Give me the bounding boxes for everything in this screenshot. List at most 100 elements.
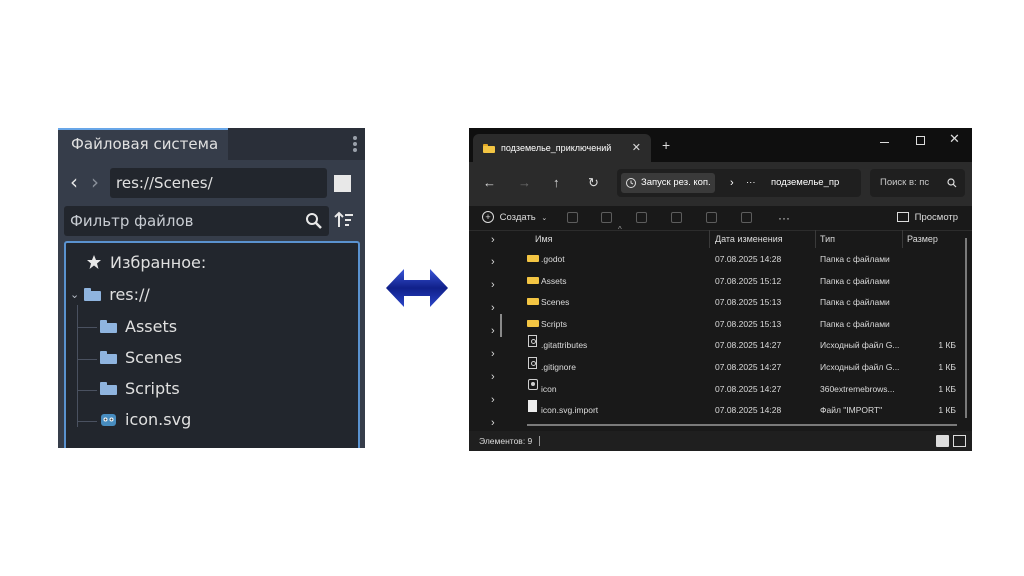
column-header-type[interactable]: Тип	[820, 230, 835, 248]
plus-circle-icon: +	[482, 211, 494, 224]
refresh-icon[interactable]: ↻	[588, 175, 599, 191]
dock-tab-bar: Файловая система	[58, 128, 365, 160]
delete-icon[interactable]	[741, 212, 752, 223]
paste-icon[interactable]	[636, 212, 647, 223]
close-tab-icon[interactable]: ✕	[632, 134, 641, 162]
vertical-scrollbar[interactable]	[965, 238, 967, 418]
forward-arrow-icon[interactable]: →	[518, 175, 531, 191]
address-bar[interactable]: Запуск рез. коп. › ··· подземелье_пр	[617, 169, 861, 197]
explorer-tab[interactable]: подземелье_приключений ✕	[473, 134, 651, 162]
column-divider[interactable]	[815, 230, 816, 248]
new-button[interactable]: + Создать ⌄	[482, 206, 547, 230]
details-view-icon[interactable]	[936, 435, 949, 447]
navigation-pane: › › › › › › › › ›	[469, 230, 517, 430]
up-arrow-icon[interactable]: ↑	[553, 175, 560, 191]
folder-icon	[100, 350, 117, 364]
search-icon[interactable]	[947, 178, 957, 188]
chevron-right-icon[interactable]: ›	[491, 417, 495, 429]
address-chip-label: Запуск рез. коп.	[641, 177, 711, 188]
chevron-right-icon[interactable]: ›	[491, 234, 495, 246]
file-name: icon	[541, 383, 557, 394]
file-name: .godot	[541, 254, 565, 264]
file-size: 1 КБ	[938, 405, 956, 416]
file-type: Исходный файл G...	[820, 340, 900, 351]
back-arrow-icon[interactable]: ←	[483, 175, 496, 191]
file-type: Папка с файлами	[820, 275, 890, 286]
share-icon[interactable]	[706, 212, 717, 223]
file-size: 1 КБ	[938, 383, 956, 394]
new-tab-button[interactable]: +	[662, 138, 670, 152]
preview-label: Просмотр	[914, 212, 959, 223]
column-divider[interactable]	[902, 230, 903, 248]
preview-button[interactable]: Просмотр	[897, 206, 958, 230]
file-row-godot[interactable]: .godot 07.08.2025 14:28 Папка с файлами	[517, 249, 962, 271]
chevron-right-icon[interactable]: ›	[491, 279, 495, 291]
file-date: 07.08.2025 15:13	[715, 297, 782, 308]
column-header-name[interactable]: Имя	[535, 230, 553, 248]
close-window-icon[interactable]: ✕	[949, 131, 960, 147]
file-row-assets[interactable]: Assets 07.08.2025 15:12 Папка с файлами	[517, 271, 962, 293]
search-icon[interactable]	[305, 212, 323, 230]
cut-icon[interactable]	[567, 212, 578, 223]
tree-item-label: icon.svg	[125, 409, 192, 429]
file-row-scripts[interactable]: Scripts 07.08.2025 15:13 Папка с файлами	[517, 314, 962, 336]
file-name: Scripts	[541, 318, 567, 329]
tree-item-scripts[interactable]: Scripts	[100, 375, 180, 401]
dock-menu-icon[interactable]	[353, 136, 357, 152]
tiles-view-icon[interactable]	[953, 435, 966, 447]
title-bar: подземелье_приключений ✕ + ✕	[469, 128, 972, 162]
address-chip[interactable]: Запуск рез. коп.	[621, 173, 715, 193]
command-bar: + Создать ⌄ ··· Просмотр	[469, 206, 972, 231]
chevron-down-icon[interactable]: ⌄	[70, 288, 79, 301]
file-row-gitattributes[interactable]: .gitattributes 07.08.2025 14:27 Исходный…	[517, 335, 962, 357]
horizontal-scrollbar[interactable]	[527, 424, 957, 426]
file-type: 360extremebrows...	[820, 383, 895, 394]
preview-pane-icon	[897, 212, 909, 223]
filter-files-input[interactable]: Фильтр файлов	[64, 206, 329, 236]
tree-item-scenes[interactable]: Scenes	[100, 344, 182, 370]
tree-item-favorites[interactable]: Избранное:	[86, 249, 206, 275]
breadcrumb-current[interactable]: подземелье_пр	[771, 169, 839, 197]
chevron-down-icon: ⌄	[541, 215, 548, 222]
file-type: Папка с файлами	[820, 254, 890, 264]
chevron-right-icon[interactable]: ›	[491, 348, 495, 360]
back-arrow-icon[interactable]: ‹	[70, 172, 78, 192]
tree-item-assets[interactable]: Assets	[100, 313, 177, 339]
sort-icon[interactable]	[334, 210, 354, 230]
forward-arrow-icon[interactable]: ›	[91, 172, 99, 192]
tab-filesystem[interactable]: Файловая система	[58, 128, 228, 160]
path-field[interactable]: res://Scenes/	[110, 168, 327, 198]
file-size: 1 КБ	[938, 340, 956, 351]
search-input[interactable]: Поиск в: пс	[870, 169, 965, 197]
column-header-date[interactable]: Дата изменения	[715, 230, 783, 248]
chevron-right-icon[interactable]: ›	[491, 302, 495, 314]
chevron-right-icon[interactable]: ›	[491, 394, 495, 406]
chevron-right-icon[interactable]: ›	[491, 256, 495, 268]
file-row-icon-svg-import[interactable]: icon.svg.import 07.08.2025 14:28 Файл "I…	[517, 400, 962, 422]
nav-scrollbar[interactable]	[500, 314, 502, 337]
image-file-icon	[528, 378, 538, 390]
file-row-scenes[interactable]: Scenes 07.08.2025 15:13 Папка с файлами	[517, 292, 962, 314]
more-breadcrumbs-icon[interactable]: ···	[746, 169, 756, 197]
chevron-right-icon[interactable]: ›	[491, 325, 495, 337]
column-divider[interactable]	[709, 230, 710, 248]
tree-item-label: Scripts	[125, 378, 180, 398]
favorites-label: Избранное:	[110, 252, 207, 272]
file-name: Scenes	[541, 297, 570, 308]
file-size: 1 КБ	[938, 362, 956, 372]
file-date: 07.08.2025 15:12	[715, 275, 782, 286]
column-header-size[interactable]: Размер	[907, 230, 938, 248]
file-row-icon[interactable]: icon 07.08.2025 14:27 360extremebrows...…	[517, 378, 962, 401]
root-label: res://	[109, 284, 150, 304]
folder-icon	[100, 319, 117, 333]
tree-item-root[interactable]: ⌄ res://	[70, 281, 150, 307]
copy-icon[interactable]	[601, 212, 612, 223]
split-mode-button[interactable]	[334, 175, 351, 192]
minimize-icon[interactable]	[880, 142, 889, 143]
maximize-icon[interactable]	[916, 136, 925, 145]
chevron-right-icon[interactable]: ›	[491, 371, 495, 383]
file-row-gitignore[interactable]: .gitignore 07.08.2025 14:27 Исходный фай…	[517, 357, 962, 379]
rename-icon[interactable]	[671, 212, 682, 223]
more-options-icon[interactable]: ···	[778, 206, 790, 230]
tree-item-icon-svg[interactable]: icon.svg	[100, 406, 191, 432]
